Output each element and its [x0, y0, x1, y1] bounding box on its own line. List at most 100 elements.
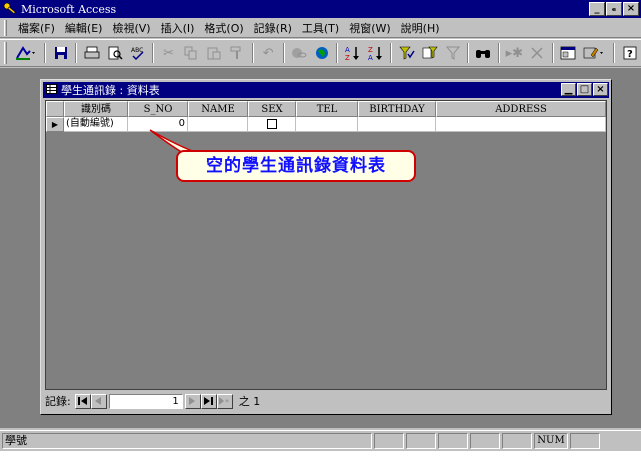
select-all-corner[interactable]: [46, 101, 64, 117]
new-record-nav-button[interactable]: *: [216, 393, 233, 409]
toolbar-separator: [251, 43, 254, 63]
toolbar-separator: [282, 43, 285, 63]
web-toolbar-icon[interactable]: [312, 42, 333, 64]
toolbar-grip[interactable]: [4, 42, 7, 64]
annotation-callout: 空的學生通訊錄資料表: [149, 129, 416, 182]
menu-window[interactable]: 視窗(W): [344, 20, 395, 36]
toolbar-separator: [152, 43, 155, 63]
status-panel: [502, 432, 532, 449]
previous-record-button[interactable]: [90, 393, 107, 409]
toolbar-separator: [336, 43, 339, 63]
column-header-id[interactable]: 識別碼: [64, 101, 128, 117]
sex-checkbox[interactable]: [266, 119, 277, 129]
close-button[interactable]: ×: [623, 2, 639, 16]
status-bar: 學號 NUM: [0, 430, 641, 450]
menu-file[interactable]: 檔案(F): [13, 20, 60, 36]
format-painter-icon[interactable]: [227, 42, 248, 64]
sort-descending-icon[interactable]: ZA: [365, 42, 386, 64]
print-icon[interactable]: [81, 42, 102, 64]
toolbar-separator: [466, 43, 469, 63]
filter-by-form-icon[interactable]: [419, 42, 440, 64]
cell-tel[interactable]: [296, 117, 358, 132]
datasheet-grid[interactable]: 識別碼 S_NO NAME SEX TEL BIRTHDAY ADDRESS ▶…: [45, 100, 607, 390]
paste-icon[interactable]: [204, 42, 225, 64]
undo-icon[interactable]: ↶: [258, 42, 279, 64]
menu-format[interactable]: 格式(O): [199, 20, 248, 36]
save-icon[interactable]: [50, 42, 71, 64]
status-panel: [438, 432, 468, 449]
menu-help[interactable]: 說明(H): [396, 20, 445, 36]
record-selector[interactable]: ▶: [46, 117, 64, 132]
delete-record-icon[interactable]: [527, 42, 548, 64]
toolbar-separator: [44, 43, 47, 63]
column-header-s-no[interactable]: S_NO: [128, 101, 188, 117]
new-object-icon[interactable]: [581, 42, 610, 64]
next-record-button[interactable]: [184, 393, 201, 409]
design-view-icon[interactable]: [12, 42, 41, 64]
current-record-input[interactable]: 1: [108, 393, 183, 409]
menu-bar: 檔案(F) 編輯(E) 檢視(V) 插入(I) 格式(O) 記錄(R) 工具(T…: [0, 18, 641, 38]
first-record-button[interactable]: [74, 393, 91, 409]
table-row: ▶ (自動編號) 0: [46, 117, 606, 132]
toolbar: ABC ✂ ↶ AZ ZA ▸✱ ?: [0, 39, 641, 67]
column-header-name[interactable]: NAME: [188, 101, 248, 117]
datasheet-window: 學生通訊錄 : 資料表 ▁ □ × 識別碼 S_NO NAME SEX TEL …: [40, 79, 612, 415]
datasheet-close-button[interactable]: ×: [593, 83, 608, 96]
annotation-text: 空的學生通訊錄資料表: [176, 150, 416, 182]
cut-icon[interactable]: ✂: [158, 42, 179, 64]
datasheet-icon: [46, 83, 57, 97]
copy-icon[interactable]: [181, 42, 202, 64]
menu-edit[interactable]: 編輯(E): [60, 20, 108, 36]
toolbar-separator: [551, 43, 554, 63]
title-bar[interactable]: Microsoft Access _ ₑ ×: [0, 0, 641, 18]
menu-grip[interactable]: [4, 19, 7, 36]
num-lock-indicator: NUM: [534, 432, 568, 449]
insert-hyperlink-icon[interactable]: [289, 42, 310, 64]
status-panel: [406, 432, 436, 449]
svg-text:A: A: [368, 54, 373, 61]
svg-text:Z: Z: [345, 54, 350, 61]
help-icon[interactable]: ?: [619, 42, 640, 64]
filter-by-selection-icon[interactable]: [396, 42, 417, 64]
column-header-sex[interactable]: SEX: [248, 101, 296, 117]
toolbar-separator: [497, 43, 500, 63]
status-panel: [374, 432, 404, 449]
sort-ascending-icon[interactable]: AZ: [342, 42, 363, 64]
column-header-birthday[interactable]: BIRTHDAY: [358, 101, 436, 117]
minimize-button[interactable]: _: [589, 2, 605, 16]
restore-button[interactable]: ₑ: [606, 2, 622, 16]
record-label: 記錄:: [45, 395, 71, 408]
cell-birthday[interactable]: [358, 117, 436, 132]
column-header-address[interactable]: ADDRESS: [436, 101, 606, 117]
datasheet-minimize-button[interactable]: ▁: [561, 83, 576, 96]
apply-filter-icon[interactable]: [442, 42, 463, 64]
column-header-row: 識別碼 S_NO NAME SEX TEL BIRTHDAY ADDRESS: [46, 101, 606, 117]
toolbar-separator: [613, 43, 616, 63]
status-text: 學號: [2, 432, 372, 449]
status-panel: [570, 432, 600, 449]
menu-view[interactable]: 檢視(V): [107, 20, 155, 36]
find-icon[interactable]: [473, 42, 494, 64]
svg-text:*: *: [225, 398, 229, 405]
spelling-icon[interactable]: ABC: [127, 42, 148, 64]
svg-text:A: A: [345, 46, 350, 54]
datasheet-title-bar[interactable]: 學生通訊錄 : 資料表 ▁ □ ×: [43, 82, 609, 98]
datasheet-maximize-button[interactable]: □: [577, 83, 592, 96]
window-title: Microsoft Access: [21, 2, 117, 16]
menu-tools[interactable]: 工具(T): [297, 20, 344, 36]
cell-address[interactable]: [436, 117, 606, 132]
desktop-strip: [0, 451, 641, 461]
access-key-icon: [3, 2, 17, 16]
column-header-tel[interactable]: TEL: [296, 101, 358, 117]
database-window-icon[interactable]: [558, 42, 579, 64]
cell-id[interactable]: (自動編號): [64, 117, 128, 132]
new-record-icon[interactable]: ▸✱: [504, 42, 525, 64]
svg-text:?: ?: [627, 49, 633, 60]
status-panel: [470, 432, 500, 449]
cell-sex[interactable]: [248, 117, 296, 132]
menu-insert[interactable]: 插入(I): [156, 20, 200, 36]
last-record-button[interactable]: [200, 393, 217, 409]
print-preview-icon[interactable]: [104, 42, 125, 64]
menu-records[interactable]: 記錄(R): [249, 20, 297, 36]
toolbar-separator: [75, 43, 78, 63]
